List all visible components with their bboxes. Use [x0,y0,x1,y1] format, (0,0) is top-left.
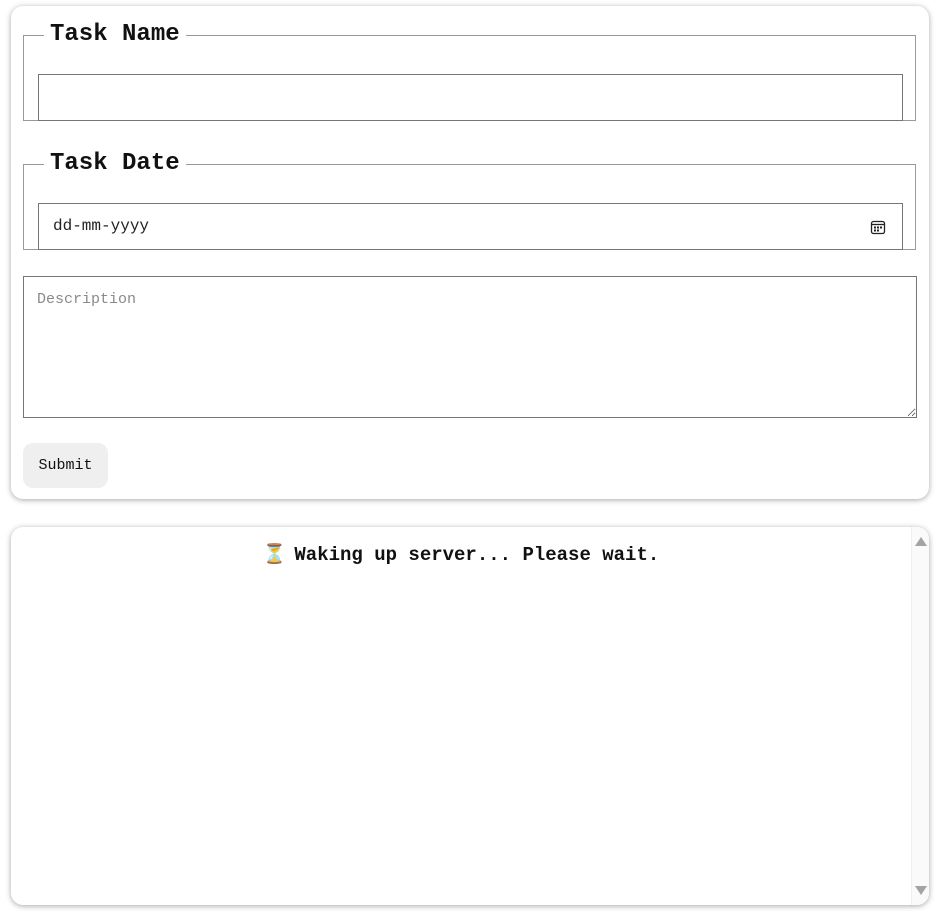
task-date-fieldset: Task Date dd-mm-yyyy [23,152,916,250]
task-form-card: Task Name Task Date dd-mm-yyyy Submit [11,6,929,499]
task-date-placeholder: dd-mm-yyyy [53,217,150,235]
task-name-input[interactable] [38,74,903,121]
vertical-scrollbar[interactable] [911,527,929,905]
task-date-legend: Task Date [50,150,180,177]
status-message: ⏳ Waking up server... Please wait. [11,542,911,566]
hourglass-icon: ⏳ [262,544,287,566]
submit-button[interactable]: Submit [23,443,108,488]
task-date-input[interactable]: dd-mm-yyyy [38,203,903,250]
status-text: Waking up server... Please wait. [294,544,660,566]
task-name-legend: Task Name [50,21,180,48]
output-panel: ⏳ Waking up server... Please wait. [11,527,929,905]
calendar-icon[interactable] [870,219,886,235]
description-textarea[interactable] [23,276,917,418]
scroll-up-arrow-icon[interactable] [915,537,927,546]
task-name-fieldset: Task Name [23,23,916,121]
scroll-down-arrow-icon[interactable] [915,886,927,895]
